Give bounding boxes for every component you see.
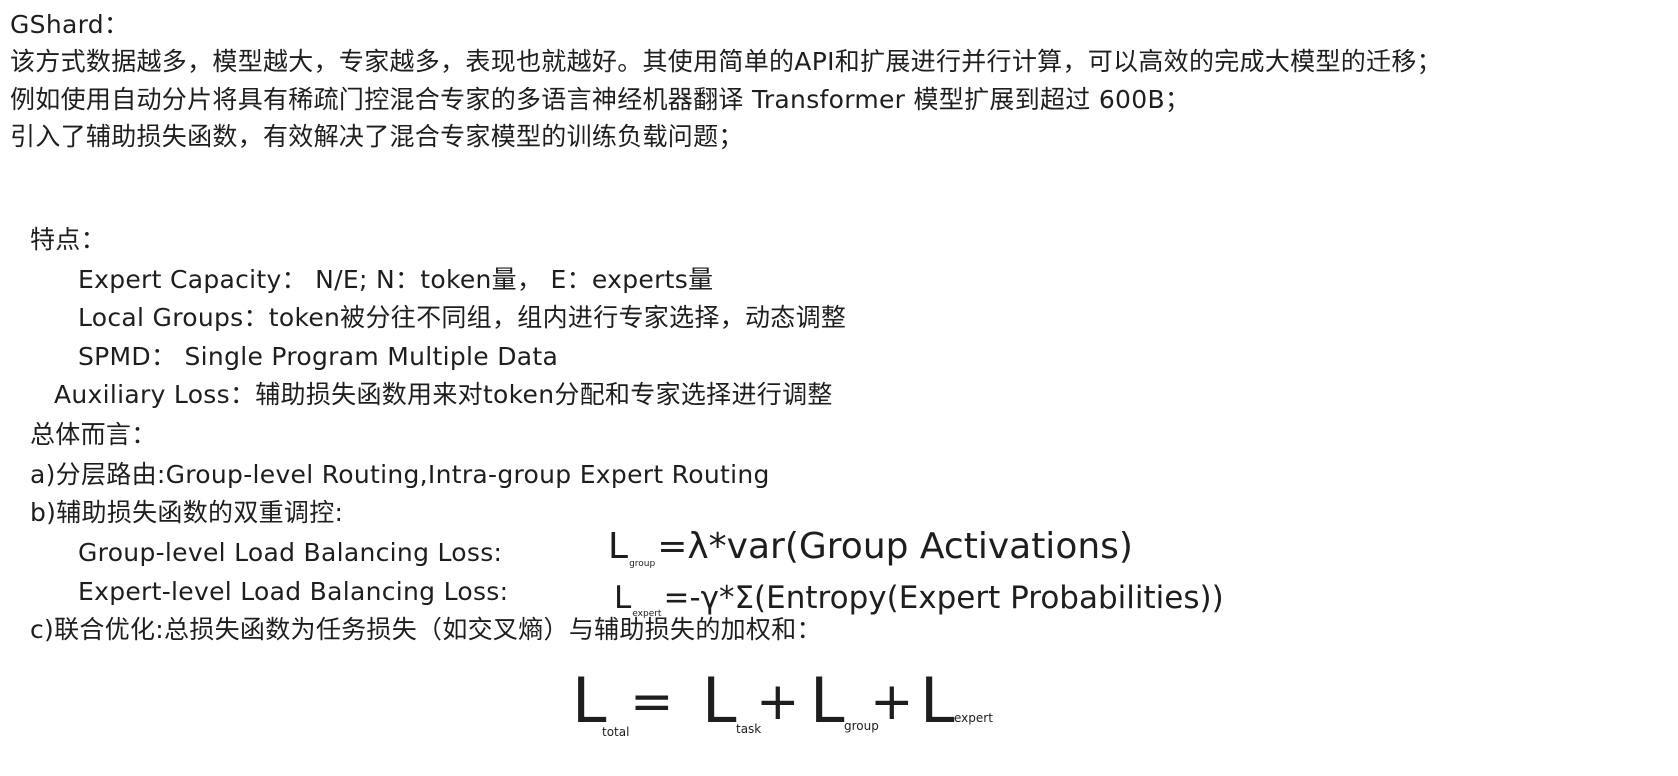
page-title: GShard： <box>10 10 130 39</box>
feature-expert-capacity: Expert Capacity： N/E; N：token量， E：expert… <box>78 265 714 294</box>
expert-loss-label: Expert-level Load Balancing Loss: <box>78 577 509 606</box>
total-loss-symbol: L <box>572 664 607 737</box>
overall-point-c: c)联合优化:总损失函数为任务损失（如交叉熵）与辅助损失的加权和： <box>30 615 822 644</box>
group-loss-symbol: L <box>608 526 629 567</box>
intro-line-2: 例如使用自动分片将具有稀疏门控混合专家的多语言神经机器翻译 Transforme… <box>10 85 1191 114</box>
total-loss-formula: L total = L task + L group + L expert <box>572 668 1032 748</box>
total-loss-subscript: total <box>602 725 630 739</box>
group-loss-symbol-total: L <box>810 664 845 737</box>
task-loss-symbol: L <box>702 664 737 737</box>
plus-sign-1: + <box>756 672 800 732</box>
plus-sign-2: + <box>870 672 914 732</box>
group-loss-formula: Lgroup=λ*var(Group Activations) <box>608 527 1133 576</box>
overall-point-a: a)分层路由:Group-level Routing,Intra-group E… <box>30 460 770 489</box>
group-loss-subscript: group <box>629 559 656 569</box>
feature-auxiliary-loss: Auxiliary Loss：辅助损失函数用来对token分配和专家选择进行调整 <box>54 380 833 409</box>
intro-line-3: 引入了辅助损失函数，有效解决了混合专家模型的训练负载问题； <box>10 122 744 151</box>
feature-local-groups: Local Groups：token被分往不同组，组内进行专家选择，动态调整 <box>78 303 847 332</box>
expert-loss-subscript-total: expert <box>954 711 993 725</box>
group-loss-rhs: =λ*var(Group Activations) <box>657 526 1133 567</box>
group-loss-label: Group-level Load Balancing Loss: <box>78 538 503 567</box>
overall-point-b: b)辅助损失函数的双重调控: <box>30 498 344 527</box>
intro-line-1: 该方式数据越多，模型越大，专家越多，表现也就越好。其使用简单的API和扩展进行并… <box>10 47 1442 76</box>
expert-loss-symbol: L <box>614 580 632 616</box>
features-heading: 特点： <box>30 225 106 254</box>
expert-loss-symbol-total: L <box>920 664 955 737</box>
feature-spmd: SPMD： Single Program Multiple Data <box>78 342 559 371</box>
equals-sign: = <box>630 672 674 732</box>
overall-heading: 总体而言： <box>30 420 157 449</box>
expert-loss-rhs: =-γ*Σ(Entropy(Expert Probabilities)) <box>663 580 1224 616</box>
